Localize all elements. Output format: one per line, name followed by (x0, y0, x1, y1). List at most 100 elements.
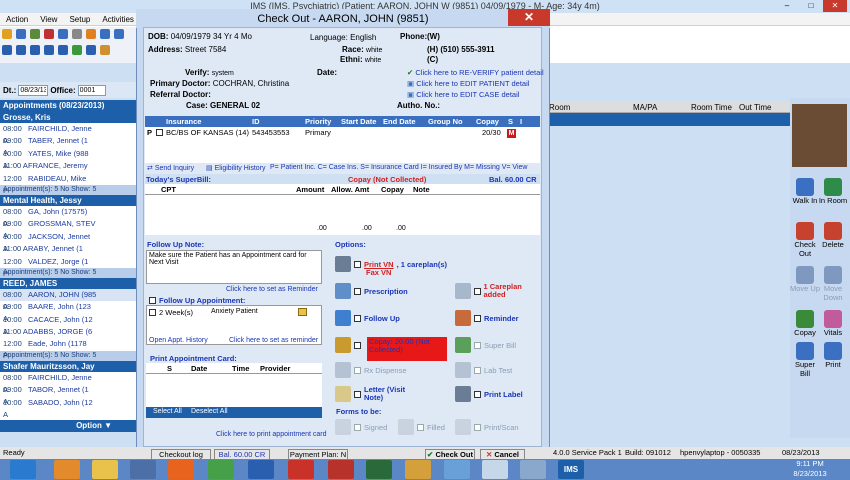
list-icon[interactable] (114, 29, 124, 39)
walk-in-button[interactable]: Walk In (790, 178, 820, 205)
followup-note-field[interactable]: Make sure the Patient has an Appointment… (146, 250, 322, 284)
move-up-button[interactable]: Move Up (790, 266, 820, 293)
chrome-icon[interactable] (208, 460, 234, 479)
maximize-button[interactable]: □ (799, 0, 823, 12)
col-room-time[interactable]: Room Time (691, 103, 732, 112)
prescription-option[interactable]: Prescription (335, 283, 408, 299)
super-bill-option[interactable]: Super Bill (455, 337, 516, 353)
sort-icon[interactable] (58, 29, 68, 39)
set-reminder-link[interactable]: Click here to set as Reminder (226, 286, 318, 293)
last-icon[interactable] (44, 45, 54, 55)
option-button[interactable]: Option ▼ (0, 420, 136, 432)
list-item[interactable]: 08:00 A AARON, JOHN (985 (0, 288, 136, 311)
delete-button[interactable]: Delete (818, 222, 848, 249)
copay-status-box[interactable]: Copay: 20.00 (Not Collected) (367, 337, 447, 361)
outlook-icon[interactable] (54, 460, 80, 479)
eligibility-history-link[interactable]: ▤ Eligibility History (206, 164, 266, 172)
vitals-button[interactable]: Vitals (818, 310, 848, 337)
browser-icon[interactable] (482, 460, 508, 479)
followup-option[interactable]: Follow Up (335, 310, 400, 326)
schedule-grid-row[interactable] (545, 113, 790, 126)
print-appt-card-link[interactable]: Click here to print appointment card (216, 431, 327, 438)
list-item[interactable]: 12:00 PVALDEZ, Jorge (1 (0, 256, 136, 278)
scissors-icon[interactable] (44, 29, 54, 39)
note-icon[interactable] (298, 308, 307, 316)
list-item[interactable]: 09:00 A BAARE, John (123 (0, 301, 136, 323)
list-item[interactable]: 09:00 A GROSSMAN, STEV (0, 218, 136, 240)
reverify-link[interactable]: ✔ Click here to RE-VERIFY patient detail (407, 68, 544, 77)
super-bill-button[interactable]: Super Bill (790, 342, 820, 378)
print-card-list[interactable] (146, 374, 322, 407)
provider-header[interactable]: Grosse, Kris (0, 112, 136, 123)
send-inquiry-link[interactable]: ⇄ Send Inquiry (147, 164, 194, 172)
list-item[interactable]: 10:00 A SABADO, John (12 (0, 397, 136, 419)
report-icon[interactable] (86, 29, 96, 39)
powerpoint-icon[interactable] (328, 460, 354, 479)
list-item[interactable]: 10:00 A JACKSON, Jennet (0, 231, 136, 253)
firefox-icon[interactable] (168, 460, 194, 479)
reminder-option[interactable]: Reminder (455, 310, 519, 326)
list-item[interactable]: 10:00 A CACACE, John (12 (0, 314, 136, 336)
provider-header[interactable]: Mental Health, Jessy (0, 194, 136, 206)
edit-patient-link[interactable]: ▣ Click here to EDIT PATIENT detail (407, 79, 529, 88)
print-label-option[interactable]: Print Label (455, 386, 523, 402)
deselect-all-link[interactable]: Deselect All (191, 408, 228, 415)
menu-activities[interactable]: Activities (102, 15, 134, 24)
col-room[interactable]: Room (549, 103, 570, 112)
menu-action[interactable]: Action (6, 15, 28, 24)
list-item[interactable]: 12:00 PRABIDEAU, Mike (0, 173, 136, 195)
folder-icon[interactable] (100, 45, 110, 55)
save-icon[interactable] (16, 29, 26, 39)
list-item[interactable]: 11:00 A DABBS, JORGE (6 (0, 326, 136, 338)
insurance-checkbox[interactable] (156, 129, 163, 136)
acrobat-icon[interactable] (288, 460, 314, 479)
next-icon[interactable] (30, 45, 40, 55)
rx-dispense-option[interactable]: Rx Dispense (335, 362, 407, 378)
ie-icon[interactable] (10, 460, 36, 479)
explorer-icon[interactable] (92, 460, 118, 479)
open-appt-history-link[interactable]: Open Appt. History (149, 337, 208, 344)
table-row[interactable]: P BC/BS OF KANSAS (14) 543453553 Primary… (145, 127, 540, 139)
notes-icon[interactable] (444, 460, 470, 479)
missing-card-badge[interactable]: M (507, 129, 516, 138)
office-field[interactable] (77, 84, 106, 96)
list-item[interactable]: 12:00 PEade, John (1178 (0, 338, 136, 360)
list-item[interactable]: 08:00 A FAIRCHILD, Jenne (0, 123, 136, 145)
list-item[interactable]: 10:00 A YATES, Mike (988 (0, 148, 136, 170)
calendar-icon[interactable] (86, 45, 96, 55)
clock[interactable]: 9:11 PM 8/23/2013 (780, 459, 840, 479)
list-item[interactable]: 09:00 A TABER, Jennet (1 (0, 135, 136, 157)
refresh-icon[interactable] (72, 45, 82, 55)
minimize-button[interactable]: – (775, 0, 799, 12)
lab-test-option[interactable]: Lab Test (455, 362, 512, 378)
list-item[interactable]: 11:00 A FRANCE, Jeremy (0, 160, 136, 172)
prev-icon[interactable] (16, 45, 26, 55)
filled-option[interactable]: Filled (398, 419, 445, 435)
followup-appt-item[interactable]: 2 Week(s) (149, 308, 193, 317)
menu-view[interactable]: View (40, 15, 57, 24)
provider-header[interactable]: Shafer Mauritzsson, Jay (0, 360, 136, 372)
letter-option[interactable]: Letter (Visit Note) (335, 386, 414, 402)
signed-option[interactable]: Signed (335, 419, 387, 435)
col-out-time[interactable]: Out Time (739, 103, 771, 112)
word-icon[interactable] (248, 460, 274, 479)
in-room-button[interactable]: In Room (818, 178, 848, 205)
date-field[interactable] (18, 84, 49, 96)
list-item[interactable]: 11:00 A RABY, Jennet (1 (0, 243, 136, 255)
print-scan-option[interactable]: Print/Scan (455, 419, 519, 435)
list-item[interactable]: 09:00 A TABOR, Jennet (1 (0, 384, 136, 406)
first-icon[interactable] (2, 45, 12, 55)
select-all-link[interactable]: Select All (153, 408, 182, 415)
close-button[interactable]: ✕ (823, 0, 847, 12)
menu-setup[interactable]: Setup (69, 15, 90, 24)
app-icon[interactable] (130, 460, 156, 479)
fax-vn-option[interactable]: Fax VN (366, 268, 391, 277)
list-item[interactable]: 08:00 A GA, John (17575) (0, 206, 136, 228)
followup-appt-checkbox[interactable] (149, 297, 156, 304)
user-icon[interactable] (72, 29, 82, 39)
copay-option[interactable] (335, 337, 364, 353)
careplan-option[interactable]: 1 Careplan added (455, 283, 540, 299)
dreamweaver-icon[interactable] (366, 460, 392, 479)
numbers-icon[interactable] (2, 29, 12, 39)
lab-icon[interactable] (100, 29, 110, 39)
